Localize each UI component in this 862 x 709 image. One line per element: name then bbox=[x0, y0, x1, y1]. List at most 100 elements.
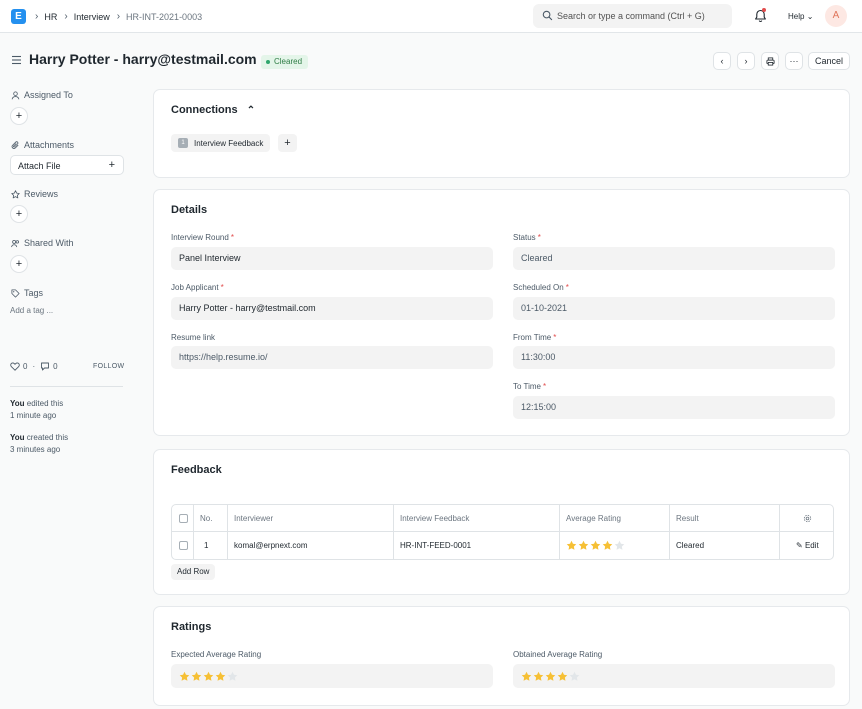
feedback-table: No. Interviewer Interview Feedback Avera… bbox=[171, 504, 834, 560]
star-filled-icon[interactable] bbox=[179, 671, 190, 682]
users-icon bbox=[11, 239, 19, 247]
follow-button[interactable]: FOLLOW bbox=[93, 363, 124, 370]
status-label: Status * bbox=[513, 233, 541, 242]
col-interviewer: Interviewer bbox=[228, 505, 394, 532]
add-row-button[interactable]: Add Row bbox=[171, 564, 216, 580]
ratings-title: Ratings bbox=[171, 621, 212, 633]
expected-rating-label: Expected Average Rating bbox=[171, 650, 262, 659]
pencil-icon: ✎ bbox=[796, 541, 803, 550]
status-field[interactable]: Cleared bbox=[513, 247, 835, 270]
rating-stars bbox=[566, 540, 625, 551]
connections-card: Connections ⌃ 1 Interview Feedback + bbox=[153, 89, 850, 178]
star-outline-icon bbox=[11, 189, 20, 198]
star-filled-icon[interactable] bbox=[521, 671, 532, 682]
add-review-button[interactable]: + bbox=[10, 205, 28, 223]
printer-icon bbox=[765, 56, 775, 66]
cell-interview-feedback[interactable]: HR-INT-FEED-0001 bbox=[394, 532, 560, 559]
comment-icon[interactable] bbox=[40, 362, 50, 371]
resume-link-field[interactable]: https://help.resume.io/ bbox=[171, 346, 493, 369]
cell-interviewer[interactable]: komal@erpnext.com bbox=[228, 532, 394, 559]
activity-action: created this bbox=[24, 433, 69, 442]
star-filled-icon[interactable] bbox=[566, 540, 577, 551]
status-badge: Cleared bbox=[261, 55, 309, 69]
add-connection-button[interactable]: + bbox=[278, 134, 297, 152]
print-button[interactable] bbox=[761, 52, 779, 70]
ratings-card: Ratings Expected Average Rating Obtained… bbox=[153, 606, 850, 706]
cell-average-rating[interactable] bbox=[560, 532, 670, 559]
obtained-rating-label: Obtained Average Rating bbox=[513, 650, 603, 659]
col-average-rating: Average Rating bbox=[560, 505, 670, 532]
comment-count: 0 bbox=[53, 362, 58, 371]
star-filled-icon[interactable] bbox=[533, 671, 544, 682]
select-all-checkbox[interactable] bbox=[179, 514, 188, 523]
connections-title[interactable]: Connections ⌃ bbox=[171, 104, 255, 116]
star-empty-icon[interactable] bbox=[227, 671, 238, 682]
star-empty-icon[interactable] bbox=[569, 671, 580, 682]
job-applicant-field[interactable]: Harry Potter - harry@testmail.com bbox=[171, 297, 493, 320]
plus-icon: + bbox=[15, 258, 23, 270]
obtained-rating-field[interactable] bbox=[513, 664, 835, 688]
next-doc-button[interactable]: › bbox=[737, 52, 755, 70]
star-filled-icon[interactable] bbox=[203, 671, 214, 682]
breadcrumb-hr[interactable]: HR bbox=[44, 12, 57, 22]
expected-rating-field[interactable] bbox=[171, 664, 493, 688]
job-applicant-label: Job Applicant * bbox=[171, 283, 224, 292]
attachments-label: Attachments bbox=[24, 140, 75, 150]
connection-interview-feedback[interactable]: 1 Interview Feedback bbox=[171, 134, 271, 152]
plus-icon: + bbox=[15, 110, 23, 122]
search-icon bbox=[542, 10, 553, 21]
details-title: Details bbox=[171, 204, 208, 216]
separator-dot: · bbox=[32, 362, 36, 371]
breadcrumb: › HR › Interview › HR-INT-2021-0003 bbox=[35, 11, 209, 22]
app-logo[interactable]: E bbox=[11, 9, 26, 24]
sidebar-toggle-icon[interactable] bbox=[11, 55, 22, 65]
row-checkbox[interactable] bbox=[179, 541, 188, 550]
shared-with-section: Shared With bbox=[11, 238, 74, 248]
edit-label: Edit bbox=[804, 541, 819, 550]
attach-file-button[interactable]: Attach File + bbox=[10, 155, 124, 175]
notification-dot bbox=[762, 8, 766, 12]
star-filled-icon[interactable] bbox=[557, 671, 568, 682]
search-input[interactable]: Search or type a command (Ctrl + G) bbox=[533, 4, 732, 28]
attach-file-label: Attach File bbox=[18, 161, 61, 171]
to-time-field[interactable]: 12:15:00 bbox=[513, 396, 835, 419]
connection-count: 1 bbox=[178, 138, 188, 148]
sidebar-divider bbox=[10, 386, 123, 387]
col-no: No. bbox=[194, 505, 228, 532]
col-result: Result bbox=[670, 505, 780, 532]
star-filled-icon[interactable] bbox=[602, 540, 613, 551]
edit-row-button[interactable]: ✎ Edit bbox=[780, 532, 833, 559]
star-filled-icon[interactable] bbox=[590, 540, 601, 551]
interview-round-field[interactable]: Panel Interview bbox=[171, 247, 493, 270]
chevron-right-icon: › bbox=[64, 11, 68, 22]
heart-icon[interactable] bbox=[10, 362, 20, 371]
add-assignee-button[interactable]: + bbox=[10, 107, 28, 125]
table-row[interactable]: 1 komal@erpnext.com HR-INT-FEED-0001 Cle… bbox=[172, 532, 833, 559]
more-actions-button[interactable]: ··· bbox=[785, 52, 803, 70]
prev-doc-button[interactable]: ‹ bbox=[713, 52, 731, 70]
star-filled-icon[interactable] bbox=[215, 671, 226, 682]
cancel-button[interactable]: Cancel bbox=[808, 52, 850, 70]
column-settings-cell bbox=[780, 505, 833, 532]
breadcrumb-interview[interactable]: Interview bbox=[74, 12, 110, 22]
add-share-button[interactable]: + bbox=[10, 255, 28, 273]
star-filled-icon[interactable] bbox=[191, 671, 202, 682]
cell-result[interactable]: Cleared bbox=[670, 532, 780, 559]
details-card: Details Interview Round * Panel Interview… bbox=[153, 189, 850, 436]
table-header: No. Interviewer Interview Feedback Avera… bbox=[172, 505, 833, 532]
scheduled-on-field[interactable]: 01-10-2021 bbox=[513, 297, 835, 320]
from-time-label: From Time * bbox=[513, 333, 557, 342]
feedback-title: Feedback bbox=[171, 464, 222, 476]
star-filled-icon[interactable] bbox=[545, 671, 556, 682]
breadcrumb-current[interactable]: HR-INT-2021-0003 bbox=[126, 12, 202, 22]
star-filled-icon[interactable] bbox=[578, 540, 589, 551]
avatar[interactable]: A bbox=[825, 5, 847, 27]
plus-icon: + bbox=[284, 137, 291, 149]
from-time-field[interactable]: 11:30:00 bbox=[513, 346, 835, 369]
add-tag-link[interactable]: Add a tag ... bbox=[10, 306, 53, 315]
tags-label: Tags bbox=[24, 288, 44, 298]
star-empty-icon[interactable] bbox=[614, 540, 625, 551]
help-dropdown[interactable]: Help ⌄ bbox=[788, 12, 813, 21]
gear-icon[interactable] bbox=[803, 514, 812, 523]
plus-icon: + bbox=[108, 159, 115, 171]
